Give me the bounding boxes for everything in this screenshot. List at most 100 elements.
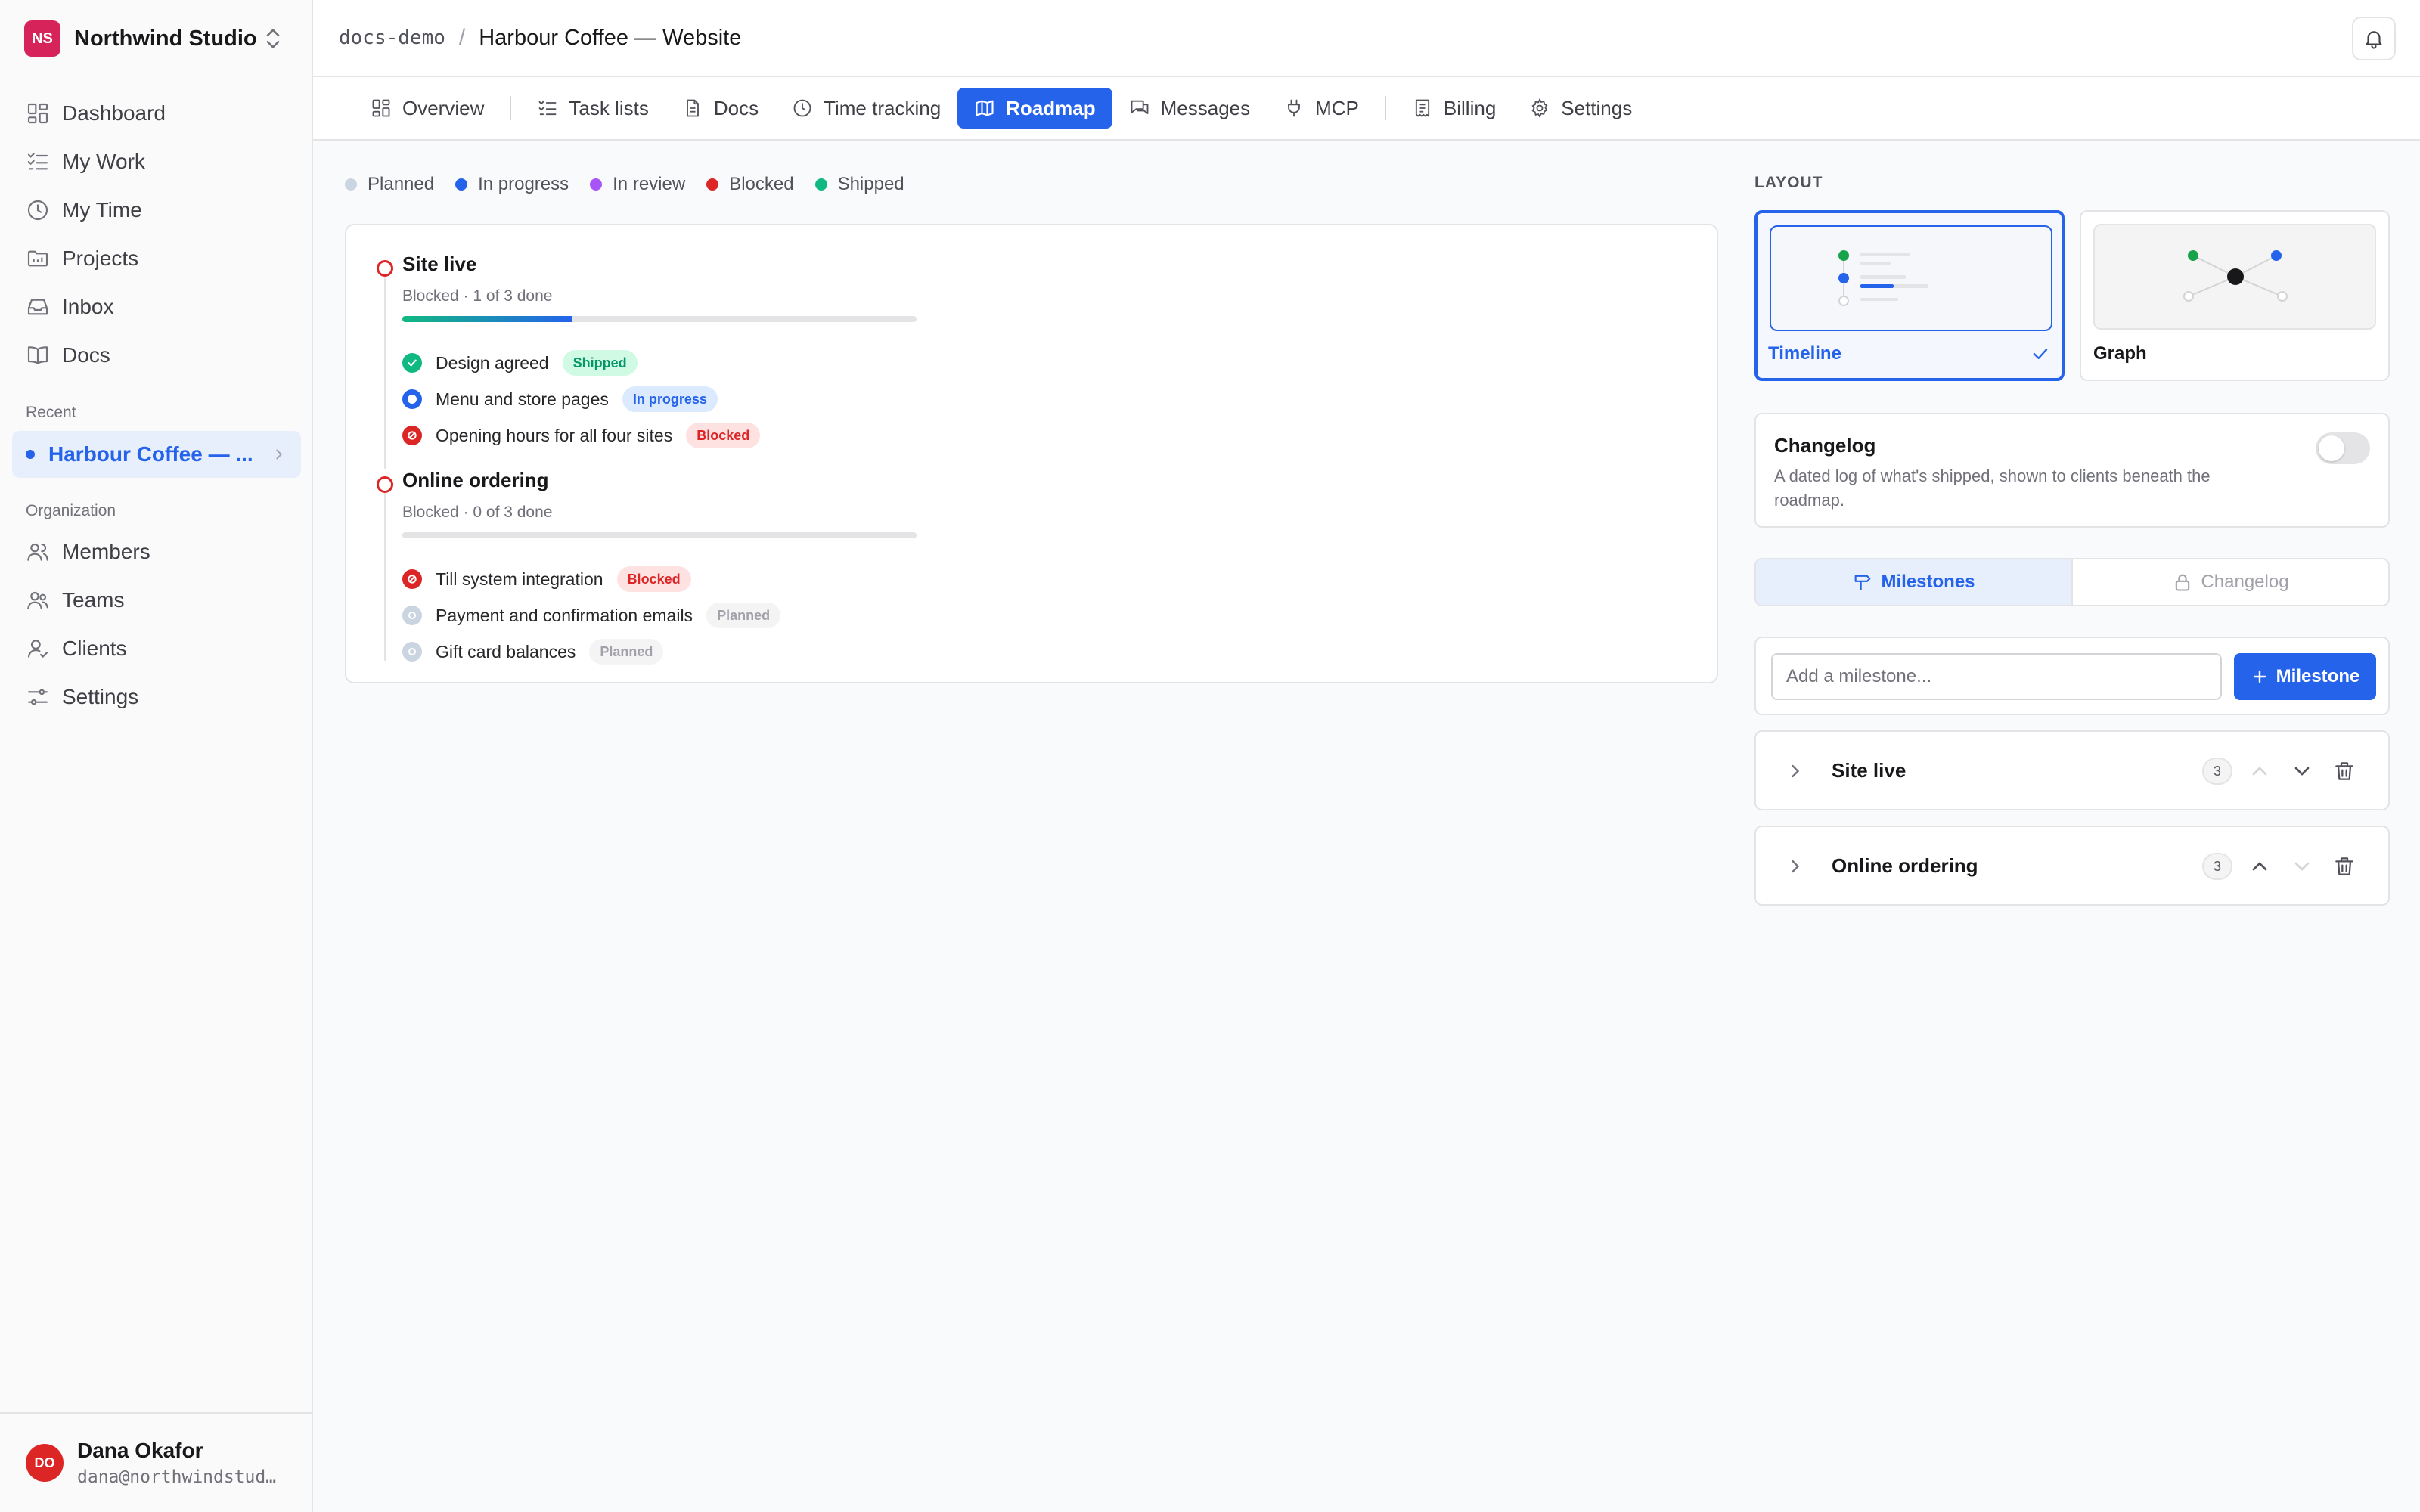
tab-label: MCP (1315, 96, 1359, 119)
avatar: DO (26, 1444, 64, 1482)
bell-icon (2366, 31, 2382, 49)
user-profile[interactable]: DO Dana Okafor dana@northwindstud… (0, 1412, 312, 1512)
milestone-name-input[interactable] (1771, 653, 2222, 700)
workspace-name: Northwind Studio (74, 26, 257, 51)
task-label: Till system integration (436, 569, 603, 589)
task-label: Gift card balances (436, 641, 576, 662)
team-icon (27, 591, 48, 609)
move-up-icon[interactable] (2248, 759, 2272, 783)
nav-label: Projects (62, 246, 139, 270)
changelog-title: Changelog (1774, 434, 1876, 457)
blocked-icon (402, 569, 422, 589)
timeline-task[interactable]: Opening hours for all four sites Blocked (402, 422, 761, 449)
milestone-subtitle: Blocked · 0 of 3 done (402, 503, 553, 521)
map-icon (976, 100, 994, 116)
task-label: Design agreed (436, 352, 549, 373)
timeline-task[interactable]: Gift card balances Planned (402, 638, 664, 665)
timeline-task[interactable]: Till system integration Blocked (402, 565, 691, 593)
planned-icon (402, 606, 422, 625)
milestone-title[interactable]: Site live (402, 253, 476, 276)
tab-billing[interactable]: Billing (1395, 88, 1512, 129)
folder-icon (27, 250, 48, 267)
org-nav: Members Teams Clients Settings (12, 529, 301, 723)
add-milestone-button[interactable]: Milestone (2234, 653, 2376, 700)
trash-icon[interactable] (2332, 759, 2356, 783)
nav-label: My Time (62, 198, 142, 222)
status-badge: Blocked (616, 566, 691, 592)
workspace-switcher[interactable]: NS Northwind Studio (0, 0, 312, 77)
nav-item-docs[interactable]: Docs (12, 333, 301, 378)
tab-mcp[interactable]: MCP (1267, 88, 1376, 129)
tab-label: Docs (713, 96, 759, 119)
top-bar: docs-demo / Harbour Coffee — Website (313, 0, 2420, 77)
chevron-up-down-icon[interactable] (260, 26, 286, 51)
nav-item-my-work[interactable]: My Work (12, 139, 301, 184)
nav-item-inbox[interactable]: Inbox (12, 284, 301, 330)
project-tabs: Overview Task lists Docs Time tracking R… (313, 77, 2420, 141)
tab-divider (510, 96, 512, 120)
add-milestone-form: Milestone (1754, 637, 2390, 715)
grid-icon (372, 99, 390, 117)
nav-item-my-time[interactable]: My Time (12, 187, 301, 233)
timeline-milestone: Site live Blocked · 1 of 3 done Design a… (377, 253, 951, 469)
move-down-icon[interactable] (2290, 759, 2314, 783)
timeline-task[interactable]: Payment and confirmation emails Planned (402, 602, 781, 629)
move-down-icon[interactable] (2290, 854, 2314, 878)
book-icon (27, 346, 48, 364)
plug-icon (1288, 99, 1301, 117)
document-icon (686, 99, 699, 117)
timeline-task[interactable]: Menu and store pages In progress (402, 386, 718, 413)
breadcrumb-separator: / (458, 25, 466, 50)
segment-milestones[interactable]: Milestones (1756, 559, 2071, 605)
status-dot (26, 450, 35, 459)
nav-label: Members (62, 540, 150, 563)
tab-settings[interactable]: Settings (1512, 88, 1649, 129)
changelog-toggle[interactable] (2316, 432, 2370, 464)
tab-label: Messages (1160, 96, 1251, 119)
layout-option-label: Graph (2093, 343, 2147, 364)
tab-task-lists[interactable]: Task lists (520, 88, 665, 129)
milestone-row[interactable]: Online ordering 3 (1754, 826, 2390, 906)
tab-overview[interactable]: Overview (354, 88, 501, 129)
nav-label: Settings (62, 685, 139, 708)
nav-item-clients[interactable]: Clients (12, 626, 301, 671)
notifications-button[interactable] (2352, 17, 2396, 60)
tab-roadmap[interactable]: Roadmap (957, 88, 1112, 129)
milestone-title[interactable]: Online ordering (402, 469, 549, 492)
milestone-row[interactable]: Site live 3 (1754, 730, 2390, 810)
nav-item-settings[interactable]: Settings (12, 674, 301, 720)
expand-chevron-icon[interactable] (1785, 761, 1806, 782)
nav-item-teams[interactable]: Teams (12, 578, 301, 623)
nav-label: Teams (62, 588, 125, 612)
organization-section-label: Organization (26, 502, 116, 519)
graph-layout-icon (2183, 250, 2288, 302)
tab-time-tracking[interactable]: Time tracking (775, 88, 957, 129)
legend-label: Shipped (837, 174, 904, 194)
tab-label: Billing (1443, 96, 1497, 119)
tab-messages[interactable]: Messages (1112, 88, 1267, 129)
breadcrumb-org[interactable]: docs-demo (339, 26, 445, 49)
nav-item-projects[interactable]: Projects (12, 236, 301, 281)
nav-item-dashboard[interactable]: Dashboard (12, 91, 301, 136)
clock-icon (27, 200, 48, 221)
timeline-task[interactable]: Design agreed Shipped (402, 349, 638, 376)
legend-dot (455, 178, 468, 191)
nav-item-members[interactable]: Members (12, 529, 301, 575)
timeline-layout-icon (1838, 250, 1928, 306)
task-count-badge: 3 (2202, 853, 2232, 880)
status-badge: Blocked (686, 423, 761, 448)
layout-option-graph[interactable]: Graph (2080, 210, 2390, 381)
milestone-status-ring (377, 260, 393, 277)
legend-label: Planned (368, 174, 435, 194)
trash-icon[interactable] (2332, 854, 2356, 878)
recent-item-harbour-coffee[interactable]: Harbour Coffee — ... (12, 431, 301, 478)
gear-icon (1531, 98, 1548, 119)
client-icon (27, 640, 48, 658)
tab-docs[interactable]: Docs (666, 88, 775, 129)
layout-option-timeline[interactable]: Timeline (1754, 210, 2065, 381)
move-up-icon[interactable] (2248, 854, 2272, 878)
expand-chevron-icon[interactable] (1785, 856, 1806, 877)
changelog-description: A dated log of what's shipped, shown to … (1774, 466, 2211, 510)
nav-label: Inbox (62, 295, 114, 318)
segment-changelog[interactable]: Changelog (2071, 559, 2388, 605)
